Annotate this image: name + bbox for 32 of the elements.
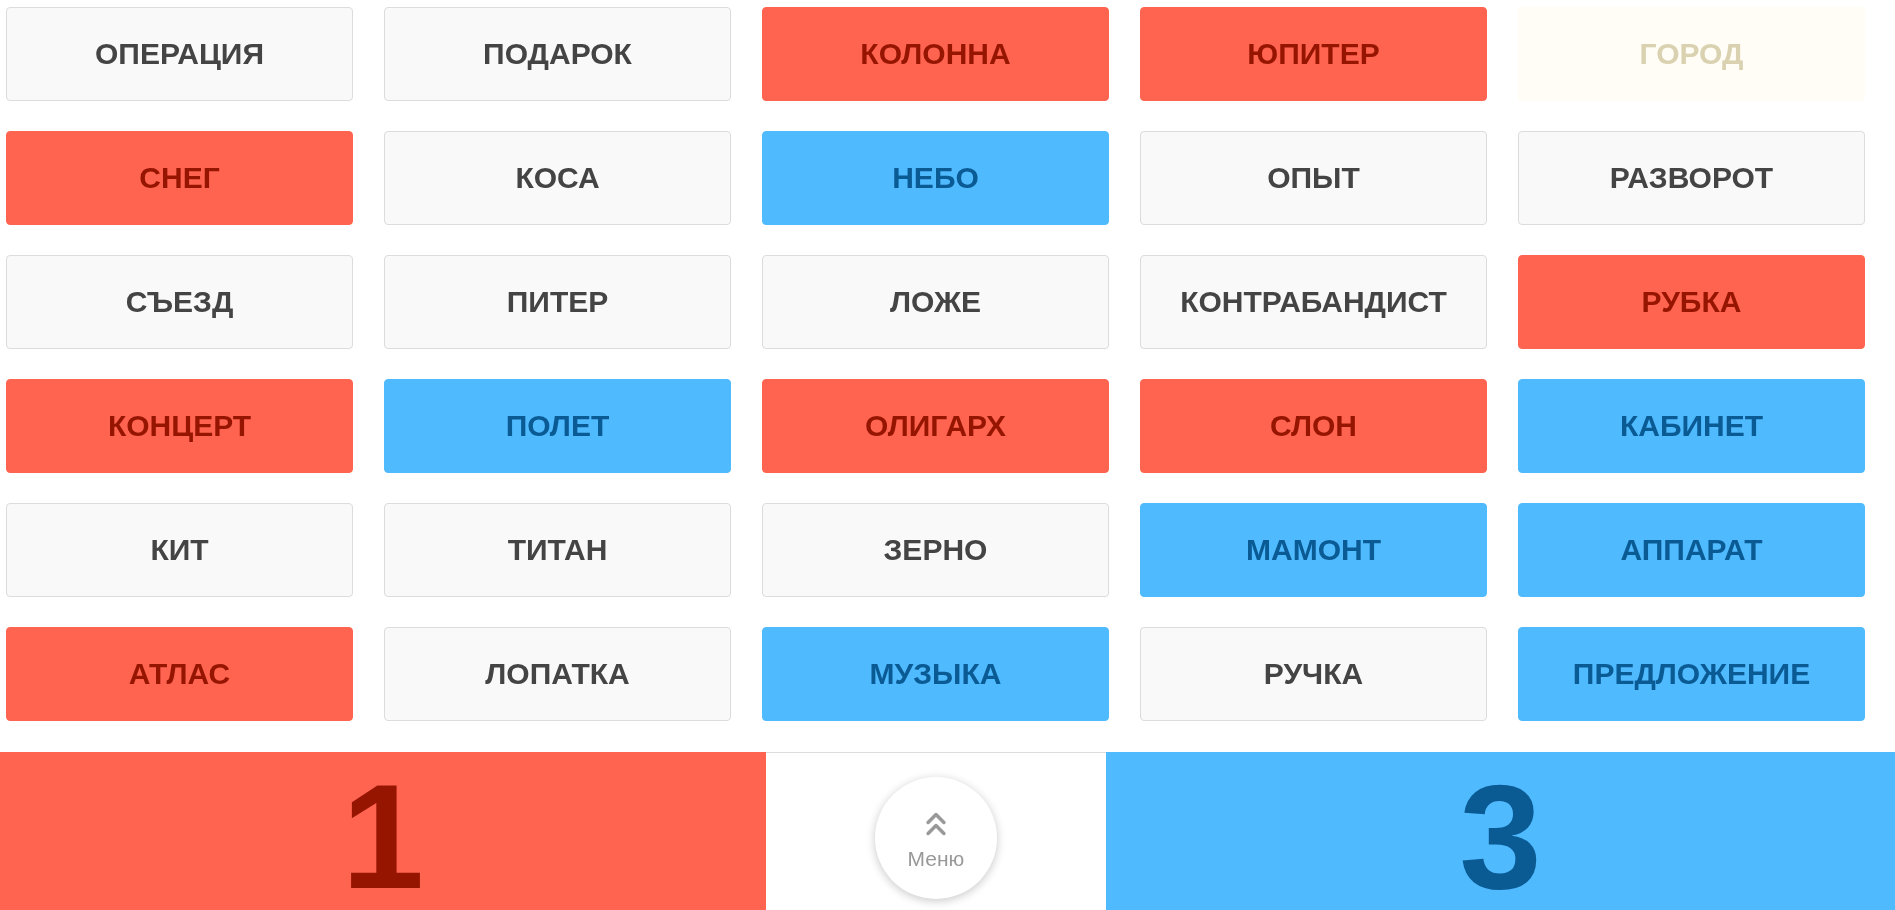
word-card[interactable]: СЛОН [1140,379,1487,473]
menu-button[interactable]: Меню [875,776,997,899]
word-card[interactable]: ОЛИГАРХ [762,379,1109,473]
word-card[interactable]: КАБИНЕТ [1518,379,1865,473]
word-card[interactable]: РУЧКА [1140,627,1487,721]
word-card[interactable]: ЛОПАТКА [384,627,731,721]
word-card[interactable]: КОЛОННА [762,7,1109,101]
word-card[interactable]: ПОЛЕТ [384,379,731,473]
word-card[interactable]: СНЕГ [6,131,353,225]
word-card[interactable]: РУБКА [1518,255,1865,349]
word-card[interactable]: ПИТЕР [384,255,731,349]
word-card[interactable]: ОПЕРАЦИЯ [6,7,353,101]
word-card[interactable]: ПОДАРОК [384,7,731,101]
word-card[interactable]: ЮПИТЕР [1140,7,1487,101]
word-card[interactable]: КОНТРАБАНДИСТ [1140,255,1487,349]
word-card[interactable]: ЛОЖЕ [762,255,1109,349]
word-card[interactable]: МУЗЫКА [762,627,1109,721]
word-card[interactable]: КОНЦЕРТ [6,379,353,473]
word-card[interactable]: МАМОНТ [1140,503,1487,597]
word-card[interactable]: ЗЕРНО [762,503,1109,597]
word-card[interactable]: РАЗВОРОТ [1518,131,1865,225]
word-card[interactable]: ОПЫТ [1140,131,1487,225]
word-card[interactable]: НЕБО [762,131,1109,225]
word-card[interactable]: КОСА [384,131,731,225]
word-card[interactable]: ПРЕДЛОЖЕНИЕ [1518,627,1865,721]
word-card[interactable]: АППАРАТ [1518,503,1865,597]
word-card[interactable]: ТИТАН [384,503,731,597]
word-card[interactable]: АТЛАС [6,627,353,721]
word-card[interactable]: СЪЕЗД [6,255,353,349]
word-card[interactable]: КИТ [6,503,353,597]
score-number: 1 [341,753,425,910]
score-number: 3 [1459,753,1542,910]
